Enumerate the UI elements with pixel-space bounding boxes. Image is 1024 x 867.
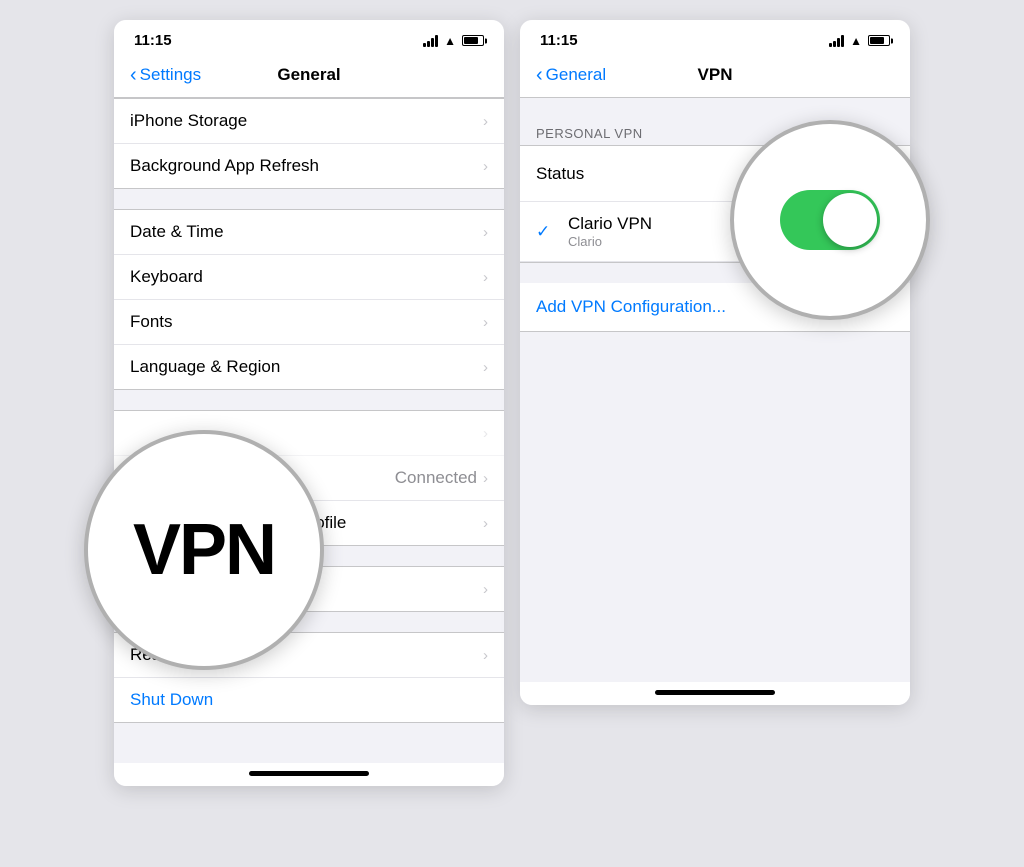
- iphone-storage-label: iPhone Storage: [130, 111, 247, 131]
- language-region-label: Language & Region: [130, 357, 280, 377]
- chevron-icon: ›: [483, 113, 488, 130]
- signal-icon-right: [829, 35, 844, 47]
- nav-bar-right: ‹ General VPN: [520, 57, 910, 98]
- settings-group-1: iPhone Storage › Background App Refresh …: [114, 98, 504, 189]
- left-phone-screen: 11:15 ▲ ‹ Se: [114, 20, 504, 786]
- vpn-sub-label: Clario: [568, 234, 652, 249]
- add-vpn-label: Add VPN Configuration...: [536, 297, 726, 316]
- iphone-storage-right: ›: [483, 113, 488, 130]
- chevron-icon: ›: [483, 470, 488, 487]
- status-icons-right: ▲: [829, 34, 890, 48]
- page-title-left: General: [277, 65, 340, 85]
- home-indicator-left: [114, 763, 504, 786]
- toggle-magnifier: [730, 120, 930, 320]
- right-phone-screen: 11:15 ▲ ‹ Ge: [520, 20, 910, 786]
- shutdown-row[interactable]: Shut Down: [114, 678, 504, 722]
- wifi-icon: ▲: [444, 34, 456, 48]
- toggle-thumb-large: [823, 193, 877, 247]
- keyboard-row[interactable]: Keyboard ›: [114, 255, 504, 300]
- battery-icon: [462, 35, 484, 46]
- home-bar-right: [655, 690, 775, 695]
- fonts-row[interactable]: Fonts ›: [114, 300, 504, 345]
- home-bar-left: [249, 771, 369, 776]
- status-bar-right: 11:15 ▲: [520, 20, 910, 57]
- back-button-right[interactable]: ‹ General: [536, 65, 606, 85]
- toggle-large[interactable]: [780, 190, 880, 250]
- back-label-right: General: [546, 65, 606, 85]
- settings-group-2: Date & Time › Keyboard › Fonts: [114, 209, 504, 390]
- nav-bar-left: ‹ Settings General: [114, 57, 504, 98]
- back-label-left: Settings: [140, 65, 201, 85]
- wifi-icon-right: ▲: [850, 34, 862, 48]
- iphone-storage-row[interactable]: iPhone Storage ›: [114, 99, 504, 144]
- background-app-refresh-right: ›: [483, 158, 488, 175]
- keyboard-label: Keyboard: [130, 267, 203, 287]
- chevron-icon: ›: [483, 158, 488, 175]
- back-button-left[interactable]: ‹ Settings: [130, 65, 201, 85]
- checkmark-icon: ✓: [536, 222, 556, 242]
- status-label: Status: [536, 164, 584, 184]
- chevron-icon: ›: [483, 224, 488, 241]
- time-right: 11:15: [540, 32, 578, 49]
- vpn-magnifier: VPN: [84, 430, 324, 670]
- vpn-name-label: Clario VPN: [568, 214, 652, 234]
- status-icons-left: ▲: [423, 34, 484, 48]
- chevron-icon: ›: [483, 647, 488, 664]
- background-app-refresh-label: Background App Refresh: [130, 156, 319, 176]
- shutdown-label: Shut Down: [130, 690, 213, 710]
- back-chevron-right: ‹: [536, 65, 543, 85]
- language-region-row[interactable]: Language & Region ›: [114, 345, 504, 389]
- status-bar-left: 11:15 ▲: [114, 20, 504, 57]
- chevron-icon: ›: [483, 314, 488, 331]
- chevron-icon: ›: [483, 515, 488, 532]
- signal-icon: [423, 35, 438, 47]
- back-chevron-left: ‹: [130, 65, 137, 85]
- chevron-icon: ›: [483, 581, 488, 598]
- date-time-label: Date & Time: [130, 222, 224, 242]
- page-title-right: VPN: [698, 65, 733, 85]
- chevron-icon: ›: [483, 359, 488, 376]
- time-left: 11:15: [134, 32, 172, 49]
- date-time-row[interactable]: Date & Time ›: [114, 210, 504, 255]
- home-indicator-right: [520, 682, 910, 705]
- chevron-icon: ›: [483, 425, 488, 442]
- background-app-refresh-row[interactable]: Background App Refresh ›: [114, 144, 504, 188]
- vpn-status-value: Connected: [395, 468, 477, 488]
- battery-icon-right: [868, 35, 890, 46]
- vpn-magnifier-text: VPN: [133, 509, 275, 591]
- chevron-icon: ›: [483, 269, 488, 286]
- fonts-label: Fonts: [130, 312, 173, 332]
